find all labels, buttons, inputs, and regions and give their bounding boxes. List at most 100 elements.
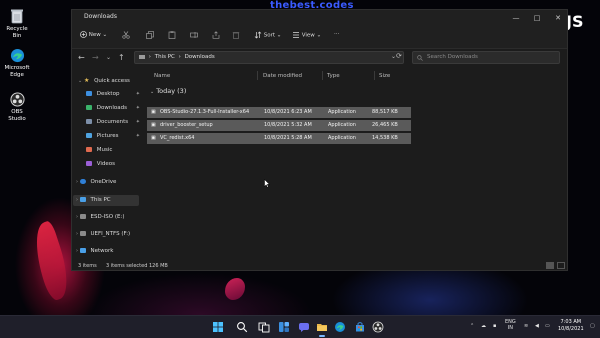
tiles-view-icon[interactable] (557, 262, 565, 269)
sidebar-item-desktop[interactable]: Desktop ✦ (86, 89, 140, 100)
close-button[interactable]: ✕ (548, 11, 568, 25)
battery-icon[interactable]: ▭ (545, 323, 550, 329)
desktop-icon-recycle-bin[interactable]: Recycle Bin (2, 8, 32, 39)
wifi-icon[interactable]: ≋ (524, 323, 528, 329)
sidebar-item-music[interactable]: Music (86, 145, 140, 156)
desktop-icon (86, 91, 92, 96)
column-header-date[interactable]: Date modified (263, 73, 302, 79)
notification-icon[interactable]: ▢ (590, 323, 595, 329)
sidebar-item-documents[interactable]: Documents ✦ (86, 117, 140, 128)
breadcrumb-this-pc[interactable]: This PC (155, 54, 175, 60)
desktop-icon-edge[interactable]: Microsoft Edge (2, 48, 32, 78)
file-explorer-icon[interactable] (316, 321, 328, 333)
video-icon (86, 161, 92, 166)
file-name: driver_booster_setup (160, 122, 213, 128)
breadcrumb-separator: › (178, 54, 181, 60)
file-row[interactable]: ▣ OBS-Studio-27.1.3-Full-Installer-x64 1… (147, 107, 411, 118)
file-type: Application (328, 109, 356, 115)
edge-icon[interactable] (334, 321, 346, 333)
application-icon: ▣ (151, 109, 156, 115)
picture-icon (86, 133, 92, 138)
new-button[interactable]: New ⌄ (80, 31, 107, 38)
column-divider (374, 71, 375, 80)
file-row[interactable]: ▣ VC_redist.x64 10/8/2021 5:28 AM Applic… (147, 133, 411, 144)
sort-button-label: Sort (263, 32, 276, 39)
details-view-icon[interactable] (546, 262, 554, 269)
column-divider (322, 71, 323, 80)
chat-icon[interactable] (298, 321, 310, 333)
command-bar: New ⌄ Sort ⌄ View ⌄ ··· (72, 26, 567, 49)
clock[interactable]: 7:03 AM 10/8/2021 (558, 319, 584, 333)
task-view-icon[interactable] (258, 321, 270, 333)
copy-button[interactable] (146, 31, 154, 39)
cut-button[interactable] (122, 31, 130, 39)
navigation-pane: ⌄ ★ Quick access Desktop ✦ Downloads ✦ D… (72, 69, 140, 262)
sidebar-item-network[interactable]: › Network (76, 246, 138, 257)
window-title: Downloads (84, 13, 117, 20)
sort-button[interactable]: Sort ⌄ (254, 31, 281, 39)
paste-button[interactable] (168, 31, 176, 39)
star-icon: ★ (83, 77, 90, 84)
sidebar-item-quick-access[interactable]: ⌄ ★ Quick access (78, 75, 138, 86)
plus-icon (80, 31, 87, 38)
column-header-name[interactable]: Name (154, 73, 170, 79)
chevron-down-icon: ⌄ (276, 32, 282, 39)
sidebar-item-uefi-ntfs[interactable]: › UEFI_NTFS (F:) (76, 229, 138, 240)
widgets-icon[interactable] (278, 321, 290, 333)
copy-icon (146, 31, 154, 39)
view-button[interactable]: View ⌄ (292, 31, 321, 39)
column-header-type[interactable]: Type (327, 73, 340, 79)
column-divider (257, 71, 258, 80)
minimize-button[interactable]: — (506, 11, 526, 25)
sidebar-item-onedrive[interactable]: › OneDrive (76, 177, 138, 188)
view-icon (293, 32, 299, 38)
language-indicator[interactable]: ENG IN (505, 319, 516, 331)
title-bar[interactable]: Downloads — □ ✕ (72, 10, 567, 26)
sidebar-item-this-pc[interactable]: › This PC (73, 195, 139, 206)
sidebar-item-esd-iso[interactable]: › ESD-ISO (E:) (76, 212, 138, 223)
chevron-down-icon: ⌄ (78, 78, 83, 84)
rename-icon (190, 32, 198, 38)
edge-icon (10, 48, 24, 63)
trash-icon (232, 32, 240, 39)
recent-locations-icon[interactable]: ⌄ (106, 54, 111, 61)
address-bar[interactable]: › This PC › Downloads (134, 51, 404, 64)
desktop-icon-obs[interactable]: OBS Studio (2, 92, 32, 122)
sidebar-item-pictures[interactable]: Pictures ✦ (86, 131, 140, 142)
sidebar-item-label: Pictures (96, 133, 119, 139)
sidebar-item-label: OneDrive (90, 179, 117, 185)
refresh-icon[interactable]: ⟳ (396, 52, 402, 60)
group-header-today[interactable]: ⌄ Today (3) (150, 87, 186, 95)
show-hidden-icons-icon[interactable]: ⌃ (470, 323, 474, 329)
network-icon (79, 248, 86, 253)
forward-arrow-icon[interactable]: → (92, 53, 99, 62)
pin-icon: ✦ (135, 133, 140, 139)
camera-icon[interactable]: ▪ (493, 323, 496, 329)
search-icon[interactable] (236, 321, 248, 333)
onedrive-cloud-icon[interactable]: ☁ (481, 323, 486, 329)
volume-icon[interactable]: ◀ (535, 323, 539, 329)
up-arrow-icon[interactable]: ↑ (118, 53, 125, 62)
mouse-cursor-icon (264, 179, 270, 188)
sidebar-item-downloads[interactable]: Downloads ✦ (86, 103, 140, 114)
download-icon (86, 105, 92, 110)
column-header-size[interactable]: Size (379, 73, 390, 79)
back-arrow-icon[interactable]: ← (78, 53, 85, 62)
rename-button[interactable] (190, 31, 198, 39)
start-icon[interactable] (212, 321, 224, 333)
search-box[interactable]: Search Downloads (412, 51, 560, 64)
delete-button[interactable] (232, 31, 240, 39)
more-options-button[interactable]: ··· (334, 31, 339, 37)
store-icon[interactable] (354, 321, 366, 333)
sidebar-item-videos[interactable]: Videos (86, 159, 140, 170)
obs-icon[interactable] (372, 321, 384, 333)
chevron-down-icon: ⌄ (316, 32, 322, 39)
breadcrumb-downloads[interactable]: Downloads (185, 54, 215, 60)
sidebar-item-label: Music (96, 147, 113, 153)
share-button[interactable] (212, 31, 220, 39)
folder-path-icon (139, 54, 145, 59)
file-size: 14,538 KB (372, 135, 398, 141)
clock-date: 10/8/2021 (558, 326, 584, 332)
maximize-button[interactable]: □ (527, 11, 547, 25)
file-row[interactable]: ▣ driver_booster_setup 10/8/2021 5:32 AM… (147, 120, 411, 131)
